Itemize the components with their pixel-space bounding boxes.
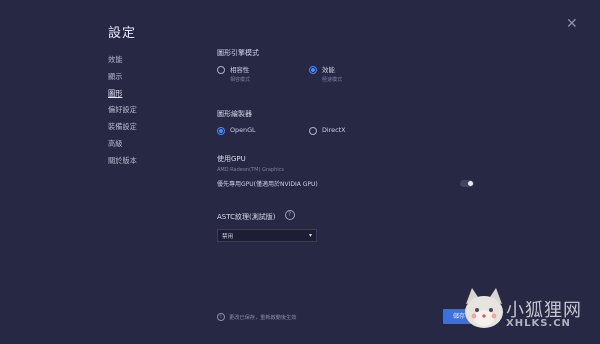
astc-select-value: 禁用 — [222, 233, 234, 240]
gpu-name: AMD Radeon(TM) Graphics — [217, 167, 285, 173]
renderer-directx-label: DirectX — [322, 126, 346, 134]
engine-compat-sub: 相容模式 — [230, 77, 251, 83]
graphics-settings-panel: 圖形引擎模式 相容性 相容模式 效能 極速模式 圖形繪製器 OpenGL Dir… — [217, 48, 479, 242]
engine-performance-sub: 極速模式 — [322, 77, 343, 83]
sidebar-item-about[interactable]: 關於版本 — [108, 153, 137, 170]
engine-compat-radio[interactable]: 相容性 相容模式 — [217, 65, 250, 83]
engine-performance-radio[interactable]: 效能 極速模式 — [309, 65, 342, 83]
astc-title: ASTC紋理(測試版) — [217, 213, 276, 221]
renderer-opengl-radio[interactable]: OpenGL — [217, 126, 256, 135]
close-icon[interactable]: ✕ — [566, 16, 578, 32]
radio-dot-selected[interactable] — [309, 66, 317, 74]
gpu-title: 使用GPU — [217, 155, 246, 163]
radio-dot-selected[interactable] — [217, 127, 225, 135]
graphics-engine-options: 相容性 相容模式 效能 極速模式 — [217, 65, 479, 87]
renderer-directx-radio[interactable]: DirectX — [309, 126, 346, 135]
engine-compat-label: 相容性 — [230, 66, 250, 74]
sidebar-item-performance[interactable]: 效能 — [108, 52, 137, 69]
sidebar-item-display[interactable]: 顯示 — [108, 69, 137, 86]
renderer-options: OpenGL DirectX — [217, 126, 479, 138]
info-icon: i — [217, 313, 225, 321]
radio-dot[interactable] — [309, 127, 317, 135]
astc-select[interactable]: 禁用 ▾ — [217, 229, 317, 242]
dedicated-gpu-label: 優先專用GPU(僅適用於NVIDIA GPU) — [217, 181, 318, 188]
dedicated-gpu-toggle[interactable] — [460, 180, 474, 187]
sidebar-item-advanced[interactable]: 高級 — [108, 136, 137, 153]
settings-title: 設定 — [108, 26, 137, 41]
dedicated-gpu-row: 優先專用GPU(僅適用於NVIDIA GPU) — [217, 179, 479, 188]
sidebar-item-preferences[interactable]: 偏好設定 — [108, 102, 137, 119]
radio-dot[interactable] — [217, 66, 225, 74]
astc-title-row: ASTC紋理(測試版) ? — [217, 204, 479, 223]
watermark-logo-icon — [462, 286, 506, 336]
renderer-opengl-label: OpenGL — [230, 126, 256, 134]
footer-note: i 更改已保存，重新啟動後生效 — [217, 313, 296, 321]
watermark-sub: XHLKS.CN — [506, 318, 571, 329]
graphics-engine-title: 圖形引擎模式 — [217, 49, 259, 57]
footer-note-text: 更改已保存，重新啟動後生效 — [229, 314, 297, 321]
help-icon[interactable]: ? — [284, 209, 295, 220]
chevron-down-icon: ▾ — [308, 232, 312, 239]
engine-performance-label: 效能 — [322, 66, 335, 74]
settings-sidebar: 效能 顯示 圖形 偏好設定 裝備設定 高級 關於版本 — [108, 52, 137, 170]
renderer-title: 圖形繪製器 — [217, 110, 252, 118]
sidebar-item-device[interactable]: 裝備設定 — [108, 119, 137, 136]
sidebar-item-graphics[interactable]: 圖形 — [108, 86, 137, 103]
